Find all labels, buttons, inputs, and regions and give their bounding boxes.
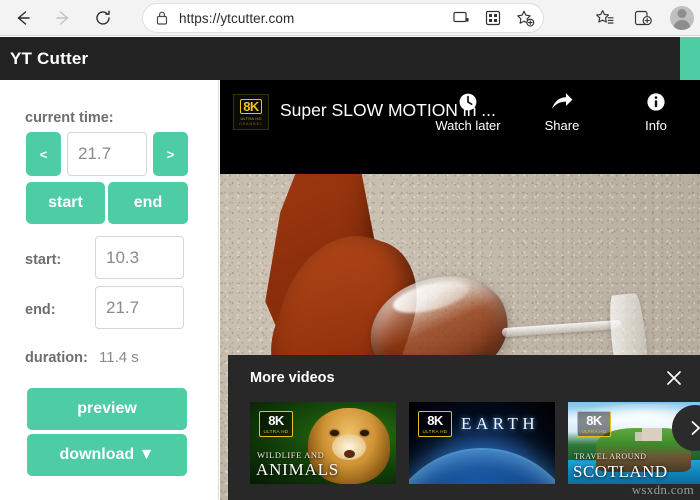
- app-header: YT Cutter: [0, 37, 700, 80]
- channel-avatar[interactable]: 8K ULTRA HD CHANNEL: [233, 94, 269, 130]
- step-back-button[interactable]: <: [26, 132, 61, 176]
- channel-badge-sub: ULTRA HD: [240, 115, 262, 121]
- video-player[interactable]: 8K ULTRA HD CHANNEL Super SLOW MOTION in…: [220, 80, 700, 500]
- player-actions: Watch later Share Info: [432, 90, 692, 133]
- watch-later-button[interactable]: Watch later: [432, 90, 504, 133]
- badge-8k-sub: ULTRA HD: [422, 429, 448, 434]
- player-top-bar: 8K ULTRA HD CHANNEL Super SLOW MOTION in…: [220, 80, 700, 174]
- badge-8k: 8K ULTRA HD: [259, 411, 293, 437]
- reload-button[interactable]: [88, 4, 118, 32]
- forward-arrow-icon: [56, 10, 69, 25]
- browser-actions: [594, 4, 694, 32]
- add-favorite-star-icon[interactable]: [515, 8, 535, 28]
- thumbnail-line1: WILDLIFE AND: [257, 450, 325, 460]
- channel-badge-main: 8K: [240, 98, 262, 114]
- address-bar[interactable]: https://ytcutter.com: [143, 4, 543, 32]
- close-icon[interactable]: [663, 367, 685, 389]
- forward-button[interactable]: [48, 4, 78, 32]
- share-button[interactable]: Share: [526, 90, 598, 133]
- page-title: YT Cutter: [10, 48, 89, 68]
- castle-graphic: [642, 428, 662, 441]
- header-accent-strip: [680, 37, 700, 80]
- watch-later-label: Watch later: [435, 118, 501, 133]
- badge-8k-main: 8K: [427, 413, 443, 428]
- thumbnail-line2: EARTH: [461, 414, 540, 433]
- current-time-label: current time:: [25, 110, 114, 126]
- badge-8k-sub: ULTRA HD: [581, 429, 607, 434]
- thumbnail-wildlife[interactable]: 8K ULTRA HD WILDLIFE AND ANIMALS: [250, 402, 396, 484]
- thumbnail-earth[interactable]: 8K ULTRA HD EARTH: [409, 402, 555, 484]
- thumbnail-list: 8K ULTRA HD WILDLIFE AND ANIMALS 8K ULTR…: [250, 402, 700, 484]
- thumbnail-line2: ANIMALS: [256, 460, 340, 479]
- set-end-button[interactable]: end: [108, 182, 188, 224]
- duration-label: duration:: [25, 350, 88, 366]
- duration-value: 11.4 s: [99, 349, 139, 366]
- clock-icon: [457, 90, 479, 114]
- chevron-right-icon: [691, 421, 700, 435]
- earth-glow: [409, 448, 555, 484]
- preview-button[interactable]: preview: [27, 388, 187, 430]
- more-videos-title: More videos: [250, 370, 335, 386]
- start-input[interactable]: [95, 236, 184, 279]
- start-label: start:: [25, 252, 62, 268]
- download-button[interactable]: download ▼: [27, 434, 187, 476]
- back-button[interactable]: [8, 4, 38, 32]
- watermark: wsxdn.com: [631, 482, 694, 497]
- end-input[interactable]: [95, 286, 184, 329]
- cast-icon[interactable]: [451, 8, 471, 28]
- thumbnail-line2: SCOTLAND: [573, 462, 668, 481]
- set-start-button[interactable]: start: [26, 182, 105, 224]
- lock-icon: [155, 10, 169, 26]
- current-time-input[interactable]: [67, 132, 147, 176]
- leopard-eyes: [328, 430, 378, 437]
- badge-8k-sub: ULTRA HD: [263, 429, 289, 434]
- profile-avatar[interactable]: [670, 6, 694, 30]
- browser-toolbar: https://ytcutter.com: [0, 0, 700, 36]
- badge-8k-main: 8K: [268, 413, 284, 428]
- end-label: end:: [25, 302, 56, 318]
- step-forward-button[interactable]: >: [153, 132, 188, 176]
- info-circle-icon: [645, 90, 667, 114]
- badge-8k: 8K ULTRA HD: [418, 411, 452, 437]
- url-text: https://ytcutter.com: [179, 10, 295, 26]
- favorites-list-icon[interactable]: [594, 7, 616, 29]
- share-arrow-icon: [550, 90, 574, 114]
- controls-sidebar: current time: < > start end start: end: …: [0, 80, 219, 500]
- back-arrow-icon: [17, 10, 30, 25]
- thumbnail-line1: TRAVEL AROUND: [574, 452, 647, 461]
- share-label: Share: [544, 118, 580, 133]
- more-videos-panel: More videos 8K ULTRA HD WILDLIFE AND ANI…: [228, 355, 700, 500]
- add-collection-icon[interactable]: [632, 7, 654, 29]
- channel-badge-sub2: CHANNEL: [239, 121, 263, 126]
- collections-grid-icon[interactable]: [483, 8, 503, 28]
- browser-window: https://ytcutter.com YT Cutter current t…: [0, 0, 700, 500]
- reload-icon: [96, 10, 110, 25]
- info-label: Info: [645, 118, 667, 133]
- info-button[interactable]: Info: [620, 90, 692, 133]
- badge-8k-main: 8K: [586, 413, 602, 428]
- badge-8k: 8K ULTRA HD: [577, 411, 611, 437]
- omnibox-icons: [451, 4, 535, 32]
